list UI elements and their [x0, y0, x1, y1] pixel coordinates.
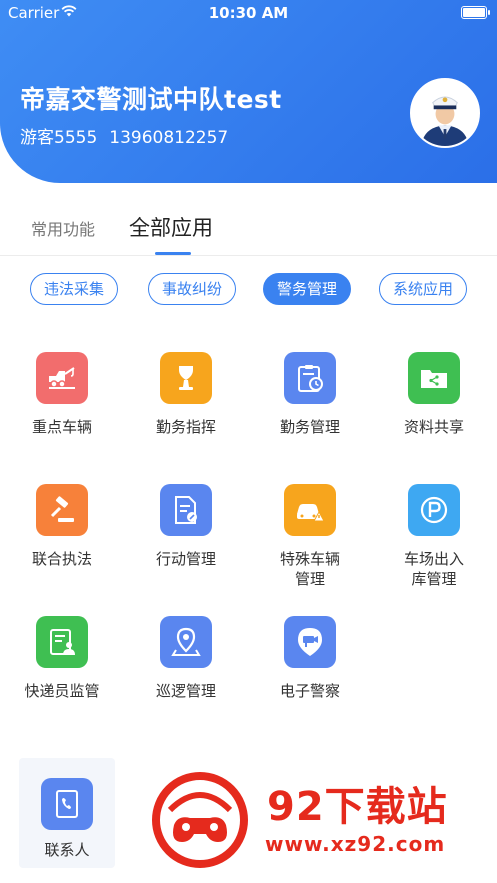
app-joint-enforcement[interactable]: 联合执法 [0, 484, 124, 569]
tab-all-apps[interactable]: 全部应用 [129, 212, 213, 242]
app-label: 重点车辆 [31, 418, 92, 436]
watermark-logo-icon [152, 772, 248, 868]
category-chips: 违法采集 事故纠纷 警务管理 系统应用 [0, 271, 497, 307]
app-label: 快递员监管 [24, 682, 100, 700]
org-title: 帝嘉交警测试中队test [20, 85, 282, 114]
app-label: 行动管理 [155, 550, 216, 568]
chip-violation-collection[interactable]: 违法采集 [30, 273, 118, 305]
app-patrol-management[interactable]: 巡逻管理 [124, 616, 248, 701]
user-info: 游客5555 13960812257 [20, 123, 228, 148]
document-edit-icon [160, 484, 212, 536]
app-label: 电子警察 [279, 682, 340, 700]
tow-truck-icon [36, 352, 88, 404]
police-officer-icon [412, 80, 478, 146]
courier-doc-icon [36, 616, 88, 668]
watermark-brand: 92下载站 [267, 784, 448, 830]
trophy-icon [160, 352, 212, 404]
tab-common-functions[interactable]: 常用功能 [31, 216, 95, 240]
phone-book-icon [41, 778, 93, 830]
app-label: 资料共享 [403, 418, 464, 436]
app-parking-entry-exit[interactable]: 车场出入库管理 [372, 484, 496, 589]
contacts-label: 联系人 [44, 841, 90, 859]
app-label: 勤务管理 [279, 418, 340, 436]
app-label: 联合执法 [31, 550, 92, 568]
app-special-vehicle-management[interactable]: 特殊车辆管理 [248, 484, 372, 589]
app-data-sharing[interactable]: 资料共享 [372, 352, 496, 437]
status-bar: Carrier 10:30 AM [0, 0, 497, 26]
app-duty-command[interactable]: 勤务指挥 [124, 352, 248, 437]
clock: 10:30 AM [208, 4, 289, 22]
app-label: 巡逻管理 [155, 682, 216, 700]
chip-system-apps[interactable]: 系统应用 [379, 273, 467, 305]
app-tabs: 常用功能 全部应用 [0, 200, 497, 256]
app-label: 特殊车辆管理 [279, 550, 340, 588]
camera-pin-icon [284, 616, 336, 668]
app-label: 车场出入库管理 [403, 550, 464, 588]
app-label: 勤务指挥 [155, 418, 216, 436]
active-tab-indicator [155, 252, 191, 255]
avatar[interactable] [410, 78, 480, 148]
clipboard-clock-icon [284, 352, 336, 404]
map-pin-icon [160, 616, 212, 668]
app-electronic-police[interactable]: 电子警察 [248, 616, 372, 701]
parking-icon [408, 484, 460, 536]
shared-folder-icon [408, 352, 460, 404]
battery-icon [461, 6, 490, 19]
chip-accident-dispute[interactable]: 事故纠纷 [148, 273, 236, 305]
chip-police-management[interactable]: 警务管理 [263, 273, 351, 305]
watermark: 92下载站 www.xz92.com [120, 752, 497, 883]
app-courier-supervision[interactable]: 快递员监管 [0, 616, 124, 701]
profile-header: Carrier 10:30 AM 帝嘉交警测试中队test 游客5555 1396… [0, 0, 497, 183]
user-name: 游客5555 [20, 128, 98, 148]
contacts-card[interactable]: 联系人 [19, 758, 115, 868]
car-warning-icon [284, 484, 336, 536]
gavel-icon [36, 484, 88, 536]
watermark-url: www.xz92.com [265, 832, 446, 856]
app-key-vehicles[interactable]: 重点车辆 [0, 352, 124, 437]
user-phone: 13960812257 [109, 128, 229, 148]
app-action-management[interactable]: 行动管理 [124, 484, 248, 569]
app-duty-management[interactable]: 勤务管理 [248, 352, 372, 437]
